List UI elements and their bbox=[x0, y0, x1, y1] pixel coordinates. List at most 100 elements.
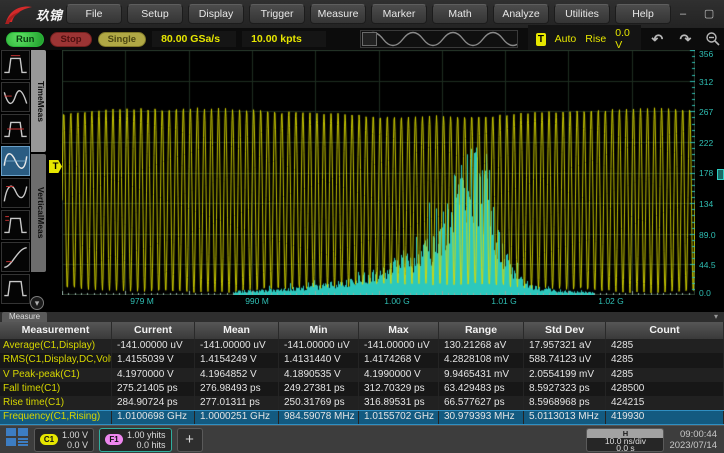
maximize-icon[interactable]: ▢ bbox=[701, 6, 717, 22]
meas-current: 4.1970000 V bbox=[112, 368, 195, 382]
meas-count: 4285 bbox=[606, 353, 724, 367]
meas-mean: 276.98493 ps bbox=[195, 382, 279, 396]
trigger-slope-value[interactable]: Rise bbox=[585, 33, 606, 45]
meas-thumb-fall-sine[interactable] bbox=[1, 82, 30, 112]
y-axis-tick: 222 bbox=[699, 138, 713, 148]
y-axis-tick: 89.0 bbox=[699, 230, 716, 240]
meas-count: 4285 bbox=[606, 368, 724, 382]
trigger-level-marker[interactable]: T bbox=[49, 160, 62, 173]
meas-min: 249.27381 ps bbox=[279, 382, 359, 396]
meas-thumb-rise-pulse[interactable] bbox=[1, 50, 30, 80]
tab-measure[interactable]: Measure bbox=[2, 312, 47, 322]
meas-thumb-pulse-marked[interactable] bbox=[1, 210, 30, 240]
meas-min: 250.31769 ps bbox=[279, 396, 359, 410]
panel-collapse-icon[interactable]: ▾ bbox=[714, 312, 718, 322]
menu-trigger[interactable]: Trigger bbox=[249, 4, 305, 24]
table-row-vpp[interactable]: V Peak-peak(C1) 4.1970000 V 4.1964852 V … bbox=[0, 368, 724, 382]
measure-tabstrip: Measure ▾ bbox=[0, 312, 724, 322]
horizontal-position-value: 0.0 s bbox=[587, 445, 663, 452]
table-row-average[interactable]: Average(C1,Display) -141.00000 uV -141.0… bbox=[0, 339, 724, 353]
x-axis-tick: 1.02 G bbox=[598, 296, 624, 306]
measure-table: Measurement Current Mean Min Max Range S… bbox=[0, 322, 724, 425]
meas-name: Fall time(C1) bbox=[0, 382, 112, 396]
function-chip-f1[interactable]: F1 1.00 yhits 0.0 hits bbox=[99, 428, 172, 452]
timebase-window-handle[interactable] bbox=[362, 32, 377, 46]
scope-display[interactable] bbox=[62, 50, 695, 295]
meas-mean: 1.0000251 GHz bbox=[195, 411, 279, 423]
meas-thumb-rise-half-sine[interactable] bbox=[1, 242, 30, 272]
run-button[interactable]: Run bbox=[6, 32, 44, 47]
add-trace-button[interactable]: + bbox=[177, 428, 203, 452]
table-row-frequency-selected[interactable]: Frequency(C1,Rising) 1.0100698 GHz 1.000… bbox=[0, 410, 724, 424]
c1-offset-value: 0.0 V bbox=[67, 440, 88, 450]
histogram-reference-marker[interactable] bbox=[393, 287, 403, 294]
workspace: TimeMeas VerticalMeas T ▾ 356 312 267 22… bbox=[0, 50, 724, 312]
menu-measure[interactable]: Measure bbox=[310, 4, 366, 24]
meas-thumb-pulse-width[interactable] bbox=[1, 114, 30, 144]
sample-rate-value[interactable]: 80.00 GSa/s bbox=[152, 31, 236, 47]
menu-display[interactable]: Display bbox=[188, 4, 244, 24]
channel-bar: C1 1.00 V 0.0 V F1 1.00 yhits 0.0 hits +… bbox=[0, 425, 724, 453]
single-button[interactable]: Single bbox=[98, 32, 147, 47]
menu-marker[interactable]: Marker bbox=[371, 4, 427, 24]
window-controls: – ▢ ✕ bbox=[675, 6, 724, 22]
menu-utilities[interactable]: Utilities bbox=[554, 4, 610, 24]
trigger-source-badge[interactable]: T bbox=[536, 33, 546, 46]
meas-min: 984.59078 MHz bbox=[279, 411, 359, 423]
scope-display-area: 356 312 267 222 178 134 89.0 44.5 0.0 97… bbox=[62, 50, 724, 312]
sidebar-collapse-icon[interactable]: ▾ bbox=[30, 296, 44, 310]
meas-current: 284.90724 ps bbox=[112, 396, 195, 410]
meas-max: 1.4174268 V bbox=[359, 353, 439, 367]
undo-icon[interactable]: ↶ bbox=[647, 30, 667, 48]
col-measurement: Measurement bbox=[0, 322, 112, 339]
redo-icon[interactable]: ↷ bbox=[675, 30, 695, 48]
meas-max: 316.89531 ps bbox=[359, 396, 439, 410]
tab-time-meas[interactable]: TimeMeas bbox=[31, 50, 46, 152]
meas-name: Rise time(C1) bbox=[0, 396, 112, 410]
table-row-falltime[interactable]: Fall time(C1) 275.21405 ps 276.98493 ps … bbox=[0, 382, 724, 396]
table-row-risetime[interactable]: Rise time(C1) 284.90724 ps 277.01311 ps … bbox=[0, 396, 724, 410]
x-axis-tick: 1.00 G bbox=[384, 296, 410, 306]
zoom-out-icon[interactable] bbox=[703, 30, 723, 48]
logo-text: 玖锦 bbox=[36, 5, 62, 24]
meas-stddev: 588.74123 uV bbox=[524, 353, 606, 367]
f1-trace-marker-icon[interactable] bbox=[717, 169, 724, 180]
col-max: Max bbox=[359, 322, 439, 339]
acquisition-toolbar: Run Stop Single 80.00 GSa/s 10.00 kpts T… bbox=[0, 28, 724, 50]
minimize-icon[interactable]: – bbox=[675, 6, 691, 22]
trigger-status-group: T Auto Rise 0.0 V bbox=[528, 25, 641, 53]
meas-thumb-pulse-top[interactable] bbox=[1, 274, 30, 304]
menu-setup[interactable]: Setup bbox=[127, 4, 183, 24]
col-current: Current bbox=[112, 322, 195, 339]
meas-current: 275.21405 ps bbox=[112, 382, 195, 396]
meas-range: 30.979393 MHz bbox=[439, 411, 524, 423]
channel-chip-c1[interactable]: C1 1.00 V 0.0 V bbox=[34, 428, 94, 452]
trigger-mode-value[interactable]: Auto bbox=[555, 33, 577, 45]
meas-stddev: 5.0113013 MHz bbox=[524, 411, 606, 423]
layout-grid-icon[interactable] bbox=[5, 427, 29, 452]
timebase-preview[interactable] bbox=[360, 30, 518, 48]
trigger-level-value[interactable]: 0.0 V bbox=[615, 27, 633, 51]
meas-thumb-sine-selected[interactable] bbox=[1, 146, 30, 176]
meas-max: 4.1990000 V bbox=[359, 368, 439, 382]
meas-count: 419930 bbox=[606, 411, 724, 423]
meas-thumb-sine-skew[interactable] bbox=[1, 178, 30, 208]
menu-math[interactable]: Math bbox=[432, 4, 488, 24]
meas-range: 66.577627 ps bbox=[439, 396, 524, 410]
meas-current: 1.0100698 GHz bbox=[112, 411, 195, 423]
clock: 09:00:44 2023/07/14 bbox=[669, 429, 719, 451]
menu-help[interactable]: Help bbox=[615, 4, 671, 24]
meas-min: 4.1890535 V bbox=[279, 368, 359, 382]
stop-button[interactable]: Stop bbox=[50, 32, 91, 47]
horizontal-chip[interactable]: H 10.0 ns/div 0.0 s bbox=[586, 428, 664, 452]
col-min: Min bbox=[279, 322, 359, 339]
memory-depth-value[interactable]: 10.00 kpts bbox=[242, 31, 326, 47]
menu-file[interactable]: File bbox=[66, 4, 122, 24]
meas-min: 1.4131440 V bbox=[279, 353, 359, 367]
table-row-rms[interactable]: RMS(C1,Display,DC,Volt) 1.4155039 V 1.41… bbox=[0, 353, 724, 367]
meas-mean: 277.01311 ps bbox=[195, 396, 279, 410]
tab-vertical-meas[interactable]: VerticalMeas bbox=[31, 154, 46, 272]
menu-analyze[interactable]: Analyze bbox=[493, 4, 549, 24]
meas-max: 1.0155702 GHz bbox=[359, 411, 439, 423]
meas-count: 4285 bbox=[606, 339, 724, 353]
